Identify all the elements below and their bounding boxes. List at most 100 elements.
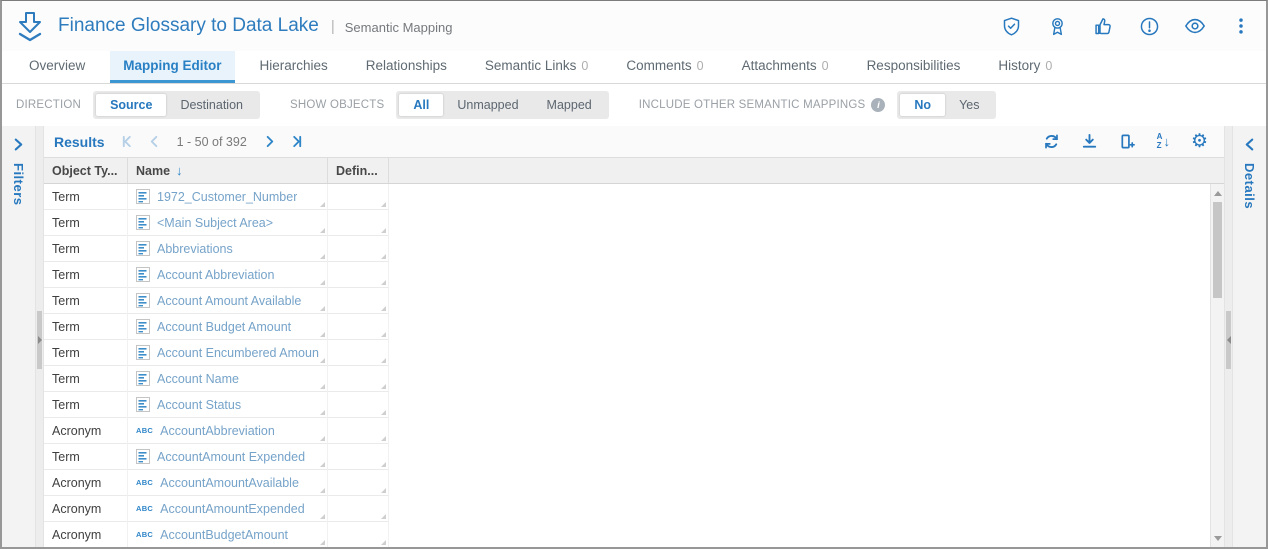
cell-resize-handle-icon[interactable] — [381, 384, 386, 389]
tab-responsibilities[interactable]: Responsibilities — [854, 51, 974, 83]
more-menu-icon[interactable] — [1230, 15, 1252, 37]
add-column-icon[interactable] — [1119, 133, 1136, 150]
cell-resize-handle-icon[interactable] — [381, 332, 386, 337]
column-header-object-type[interactable]: Object Ty... — [44, 158, 128, 183]
cell-resize-handle-icon[interactable] — [381, 514, 386, 519]
cell-resize-handle-icon[interactable] — [320, 384, 325, 389]
cell-resize-handle-icon[interactable] — [381, 462, 386, 467]
last-page-icon[interactable] — [290, 135, 303, 148]
object-name-link[interactable]: Account Encumbered Amount — [157, 346, 319, 360]
filters-splitter-handle[interactable] — [37, 311, 42, 369]
cell-resize-handle-icon[interactable] — [320, 488, 325, 493]
name-cell[interactable]: Account Budget Amount — [128, 314, 328, 340]
export-download-icon[interactable] — [1081, 133, 1098, 150]
expand-filters-icon[interactable] — [12, 138, 25, 151]
table-row[interactable]: Term Account Budget Amount — [44, 314, 1210, 340]
name-cell[interactable]: ABC AccountAmountAvailable — [128, 470, 328, 496]
alert-circle-icon[interactable] — [1138, 15, 1160, 37]
name-cell[interactable]: Abbreviations — [128, 236, 328, 262]
object-name-link[interactable]: AccountAbbreviation — [160, 424, 275, 438]
table-row[interactable]: Term Abbreviations — [44, 236, 1210, 262]
definition-cell[interactable] — [328, 184, 389, 210]
cell-resize-handle-icon[interactable] — [320, 228, 325, 233]
cell-resize-handle-icon[interactable] — [320, 280, 325, 285]
tab-relationships[interactable]: Relationships — [353, 51, 460, 83]
show-objects-mapped-option[interactable]: Mapped — [533, 94, 606, 116]
table-row[interactable]: Acronym ABC AccountAbbreviation — [44, 418, 1210, 444]
definition-cell[interactable] — [328, 392, 389, 418]
expand-details-icon[interactable] — [1243, 138, 1256, 151]
definition-cell[interactable] — [328, 210, 389, 236]
object-name-link[interactable]: Account Name — [157, 372, 239, 386]
include-no-option[interactable]: No — [900, 94, 945, 116]
tab-mapping-editor[interactable]: Mapping Editor — [110, 51, 234, 83]
details-splitter-handle[interactable] — [1226, 311, 1231, 369]
shield-check-icon[interactable] — [1000, 15, 1022, 37]
direction-source-option[interactable]: Source — [96, 94, 166, 116]
cell-resize-handle-icon[interactable] — [320, 436, 325, 441]
show-objects-all-option[interactable]: All — [399, 94, 443, 116]
name-cell[interactable]: 1972_Customer_Number — [128, 184, 328, 210]
table-row[interactable]: Acronym ABC AccountAmountExpended — [44, 496, 1210, 522]
definition-cell[interactable] — [328, 470, 389, 496]
object-name-link[interactable]: AccountAmount Expended — [157, 450, 305, 464]
name-cell[interactable]: AccountAmount Expended — [128, 444, 328, 470]
table-row[interactable]: Term <Main Subject Area> — [44, 210, 1210, 236]
cell-resize-handle-icon[interactable] — [320, 514, 325, 519]
sort-icon[interactable]: AZ ↓ — [1157, 133, 1170, 150]
award-ribbon-icon[interactable] — [1046, 15, 1068, 37]
tab-semantic-links[interactable]: Semantic Links0 — [472, 51, 602, 83]
cell-resize-handle-icon[interactable] — [381, 280, 386, 285]
table-row[interactable]: Acronym ABC AccountAmountAvailable — [44, 470, 1210, 496]
object-name-link[interactable]: Abbreviations — [157, 242, 233, 256]
name-cell[interactable]: Account Abbreviation — [128, 262, 328, 288]
tab-history[interactable]: History0 — [985, 51, 1065, 83]
tab-overview[interactable]: Overview — [16, 51, 98, 83]
table-row[interactable]: Term Account Name — [44, 366, 1210, 392]
eye-watch-icon[interactable] — [1184, 15, 1206, 37]
scroll-up-icon[interactable] — [1211, 186, 1224, 200]
name-cell[interactable]: Account Status — [128, 392, 328, 418]
name-cell[interactable]: ABC AccountAmountExpended — [128, 496, 328, 522]
table-row[interactable]: Term Account Amount Available — [44, 288, 1210, 314]
name-cell[interactable]: Account Name — [128, 366, 328, 392]
tab-attachments[interactable]: Attachments0 — [729, 51, 842, 83]
object-name-link[interactable]: Account Abbreviation — [157, 268, 274, 282]
object-name-link[interactable]: Account Status — [157, 398, 241, 412]
name-cell[interactable]: Account Encumbered Amount — [128, 340, 328, 366]
direction-destination-option[interactable]: Destination — [166, 94, 257, 116]
cell-resize-handle-icon[interactable] — [381, 358, 386, 363]
cell-resize-handle-icon[interactable] — [320, 540, 325, 545]
cell-resize-handle-icon[interactable] — [320, 202, 325, 207]
definition-cell[interactable] — [328, 366, 389, 392]
table-row[interactable]: Acronym ABC AccountBudgetAmount — [44, 522, 1210, 547]
scrollbar-thumb[interactable] — [1213, 202, 1222, 298]
thumbs-up-icon[interactable] — [1092, 15, 1114, 37]
name-cell[interactable]: <Main Subject Area> — [128, 210, 328, 236]
cell-resize-handle-icon[interactable] — [320, 254, 325, 259]
table-row[interactable]: Term 1972_Customer_Number — [44, 184, 1210, 210]
name-cell[interactable]: Account Amount Available — [128, 288, 328, 314]
table-row[interactable]: Term Account Encumbered Amount — [44, 340, 1210, 366]
cell-resize-handle-icon[interactable] — [381, 306, 386, 311]
next-page-icon[interactable] — [263, 135, 276, 148]
details-panel-label[interactable]: Details — [1242, 163, 1257, 209]
cell-resize-handle-icon[interactable] — [320, 410, 325, 415]
definition-cell[interactable] — [328, 522, 389, 547]
cell-resize-handle-icon[interactable] — [381, 540, 386, 545]
table-row[interactable]: Term AccountAmount Expended — [44, 444, 1210, 470]
show-objects-unmapped-option[interactable]: Unmapped — [443, 94, 532, 116]
table-row[interactable]: Term Account Status — [44, 392, 1210, 418]
definition-cell[interactable] — [328, 340, 389, 366]
definition-cell[interactable] — [328, 444, 389, 470]
cell-resize-handle-icon[interactable] — [320, 462, 325, 467]
cell-resize-handle-icon[interactable] — [381, 254, 386, 259]
cell-resize-handle-icon[interactable] — [320, 358, 325, 363]
object-name-link[interactable]: 1972_Customer_Number — [157, 190, 297, 204]
cell-resize-handle-icon[interactable] — [381, 202, 386, 207]
first-page-icon[interactable] — [121, 135, 134, 148]
definition-cell[interactable] — [328, 314, 389, 340]
refresh-icon[interactable] — [1043, 133, 1060, 150]
info-icon[interactable]: i — [871, 98, 885, 112]
settings-gear-icon[interactable]: ⚙ — [1191, 132, 1208, 151]
